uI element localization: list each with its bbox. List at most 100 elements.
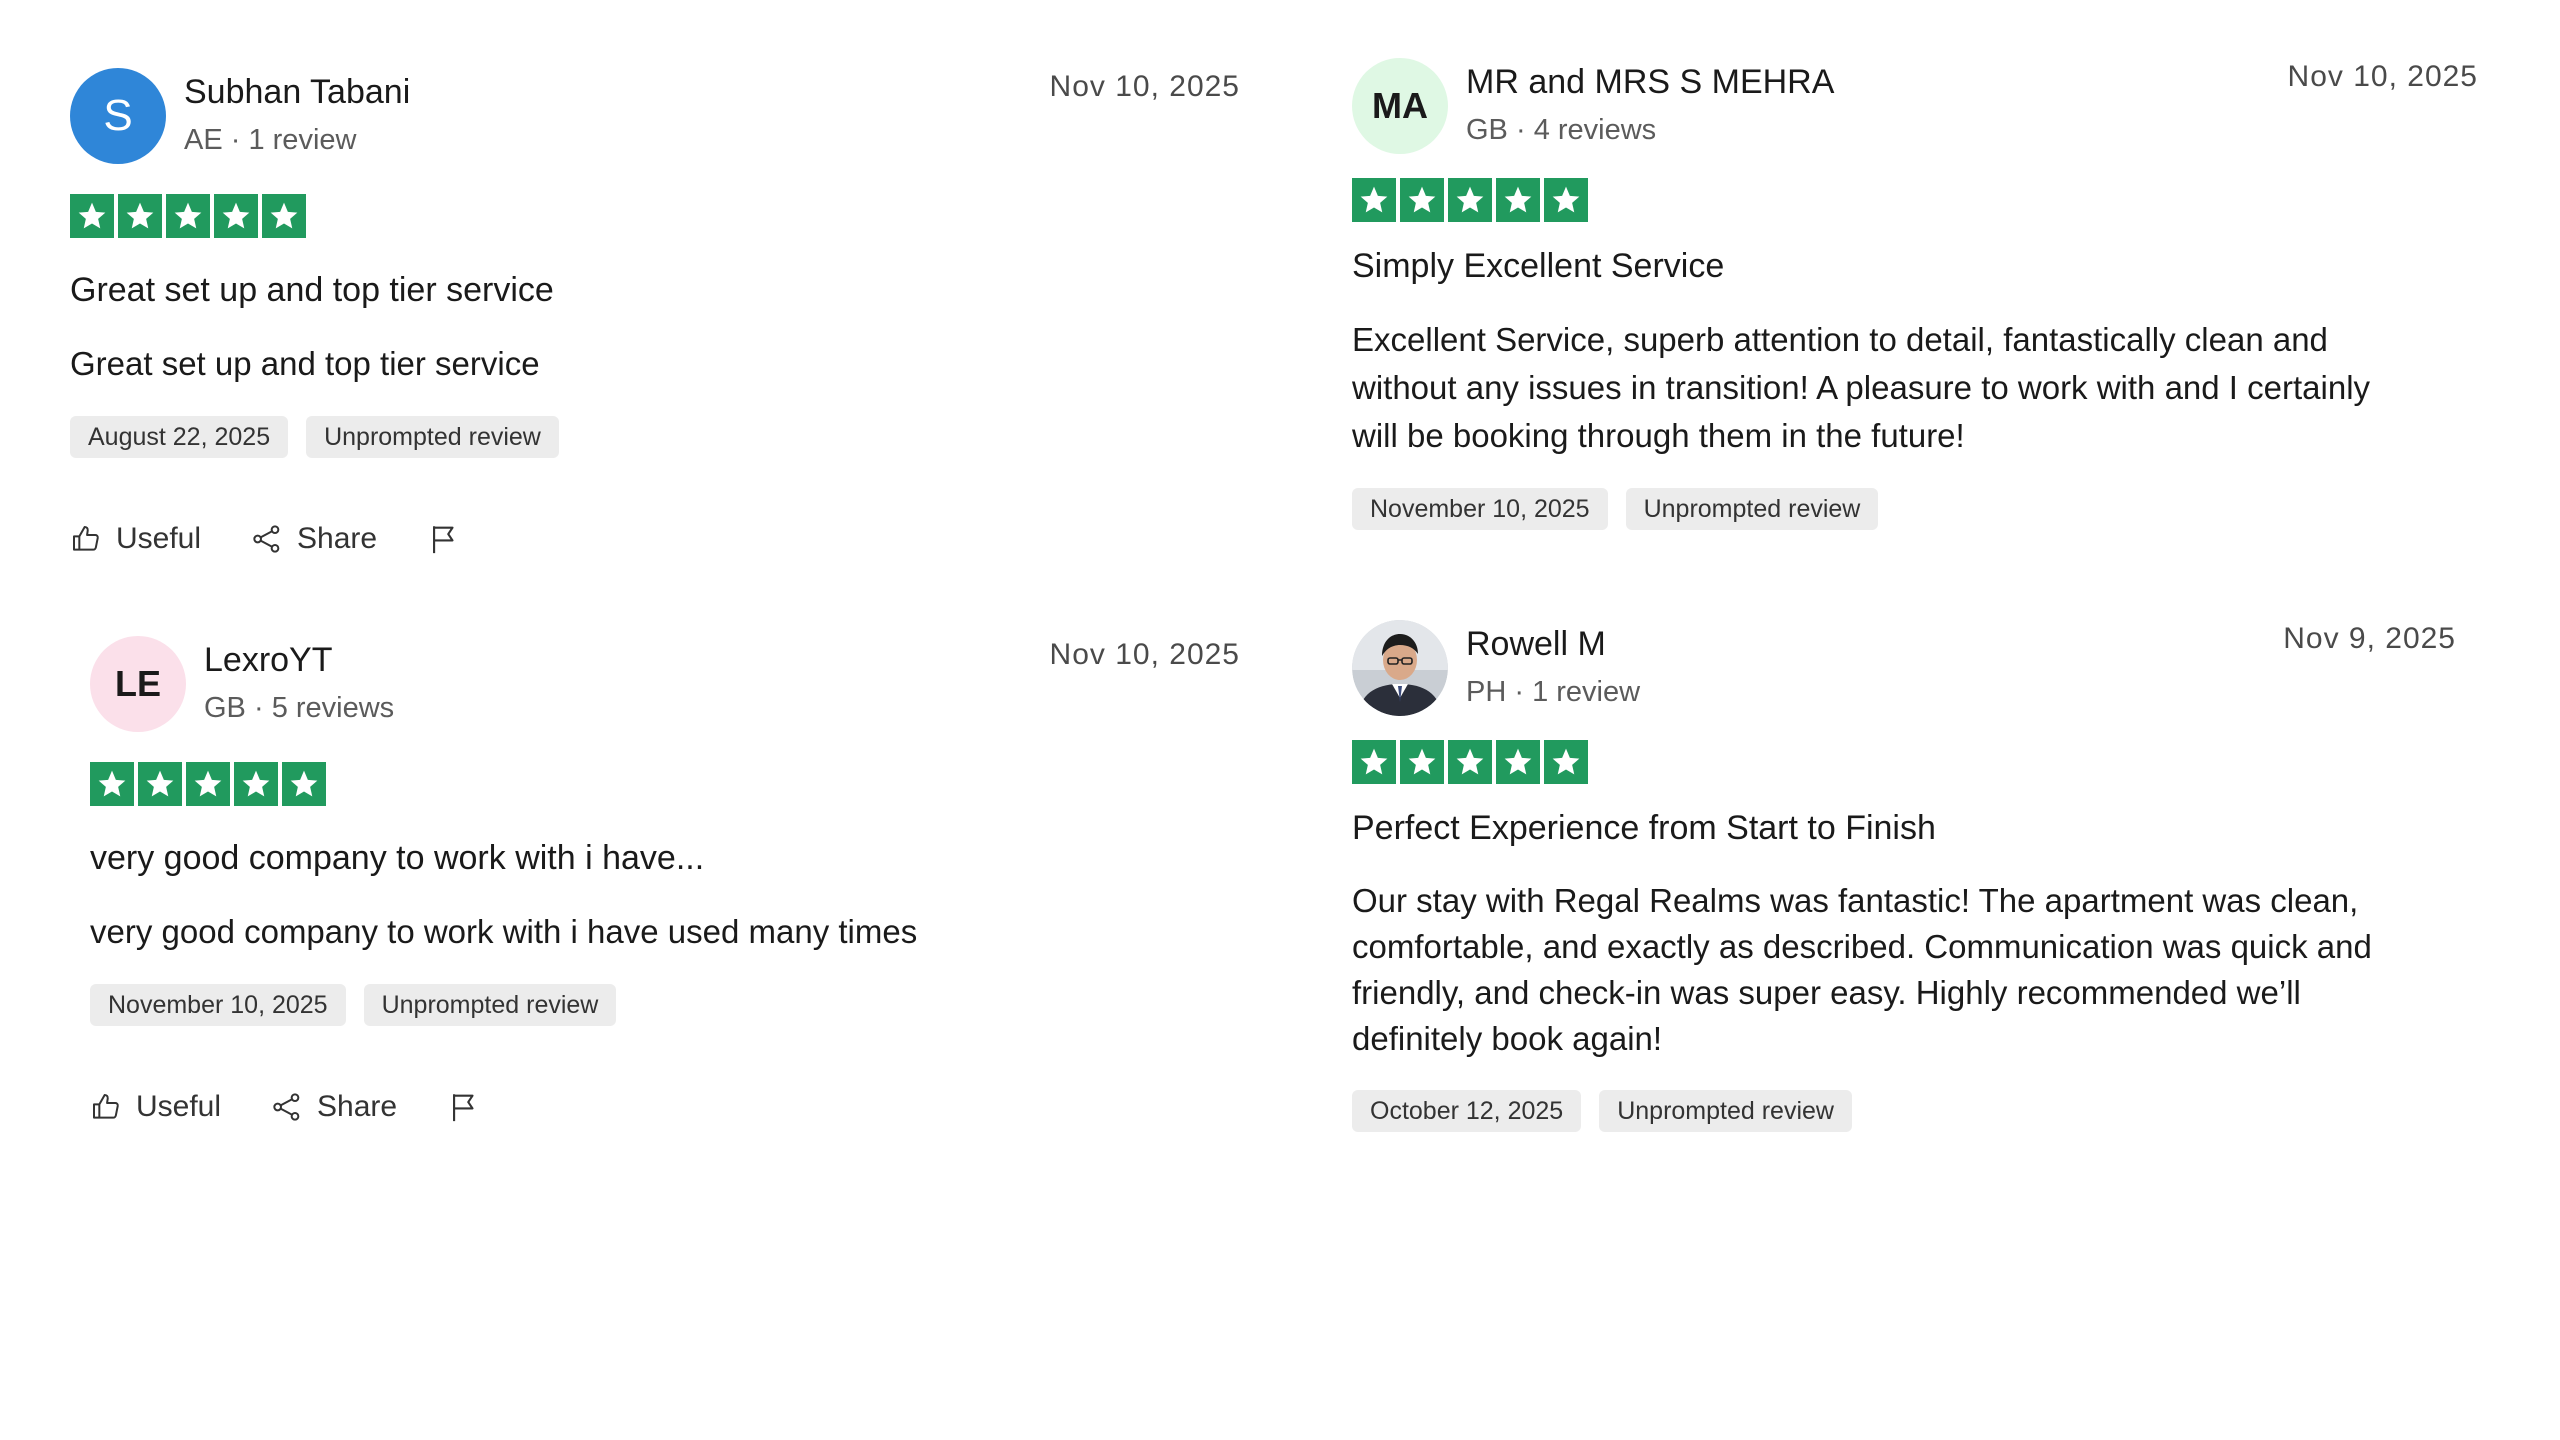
- experience-date-tag: November 10, 2025: [1352, 488, 1608, 530]
- review-text: Excellent Service, superb attention to d…: [1352, 316, 2478, 460]
- reviewer-meta: GB · 5 reviews: [204, 692, 395, 724]
- star-icon: [1352, 178, 1396, 222]
- avatar[interactable]: S: [70, 68, 166, 164]
- reviewer-country: AE: [184, 124, 223, 156]
- review-card: Rowell M PH · 1 review Nov 9, 2025 Perfe…: [1352, 620, 2456, 1132]
- star-rating: [70, 194, 1240, 238]
- experience-date-tag: August 22, 2025: [70, 416, 289, 458]
- report-button[interactable]: [447, 1090, 481, 1124]
- reviewer-review-count: 4 reviews: [1533, 114, 1657, 146]
- review-text: very good company to work with i have us…: [90, 913, 918, 950]
- review-date: Nov 10, 2025: [2287, 60, 2478, 93]
- review-title[interactable]: very good company to work with i have...: [90, 836, 1240, 880]
- review-header: S Subhan Tabani AE · 1 review Nov 10, 20…: [70, 68, 1240, 164]
- review-title[interactable]: Simply Excellent Service: [1352, 244, 2478, 288]
- useful-label: Useful: [116, 522, 202, 555]
- review-text-line: definitely book again!: [1352, 1020, 1663, 1057]
- reviewer-name[interactable]: MR and MRS S MEHRA: [1466, 60, 1834, 104]
- review-text-line: friendly, and check-in was super easy. H…: [1352, 974, 2301, 1011]
- reviewer-name[interactable]: LexroYT: [204, 638, 394, 682]
- review-date: Nov 10, 2025: [1049, 638, 1240, 671]
- review-date: Nov 9, 2025: [2283, 622, 2456, 655]
- review-text: Great set up and top tier service: [70, 345, 540, 382]
- reviewer-name[interactable]: Subhan Tabani: [184, 70, 410, 114]
- unprompted-review-tag[interactable]: Unprompted review: [363, 984, 617, 1026]
- review-card: MA MR and MRS S MEHRA GB · 4 reviews Nov…: [1352, 58, 2478, 530]
- share-button[interactable]: Share: [251, 522, 377, 556]
- thumbs-up-icon: [93, 1094, 119, 1119]
- review-actions: Useful Share: [90, 1090, 1240, 1124]
- star-icon: [1496, 740, 1540, 784]
- experience-date-tag: November 10, 2025: [90, 984, 346, 1026]
- star-icon: [214, 194, 258, 238]
- star-icon: [90, 762, 134, 806]
- review-card: S Subhan Tabani AE · 1 review Nov 10, 20…: [70, 68, 1240, 556]
- report-button[interactable]: [427, 522, 461, 556]
- reviewer-info: LexroYT GB · 5 reviews: [204, 638, 394, 730]
- review-text-line: comfortable, and exactly as described. C…: [1352, 928, 2372, 965]
- star-icon: [70, 194, 114, 238]
- star-icon: [234, 762, 278, 806]
- star-icon: [1352, 740, 1396, 784]
- share-icon: [273, 1093, 300, 1121]
- star-icon: [1496, 178, 1540, 222]
- reviewer-info: Rowell M PH · 1 review: [1466, 622, 1640, 714]
- reviewer-country: PH: [1466, 676, 1507, 708]
- star-rating: [1352, 178, 2478, 222]
- star-icon: [282, 762, 326, 806]
- reviewer-country: GB: [204, 692, 246, 724]
- share-button[interactable]: Share: [271, 1090, 397, 1124]
- star-rating: [90, 762, 1240, 806]
- star-icon: [1448, 178, 1492, 222]
- useful-label: Useful: [136, 1090, 222, 1123]
- star-icon: [118, 194, 162, 238]
- review-header: Rowell M PH · 1 review Nov 9, 2025: [1352, 620, 2456, 716]
- star-icon: [186, 762, 230, 806]
- review-text-line: Our stay with Regal Realms was fantastic…: [1352, 882, 2359, 919]
- experience-date-tag: October 12, 2025: [1352, 1090, 1582, 1132]
- star-icon: [262, 194, 306, 238]
- star-icon: [138, 762, 182, 806]
- reviewer-review-count: 1 review: [248, 124, 357, 156]
- reviewer-info: MR and MRS S MEHRA GB · 4 reviews: [1466, 60, 1834, 152]
- review-tags: October 12, 2025 Unprompted review: [1352, 1090, 2456, 1132]
- star-icon: [1400, 178, 1444, 222]
- share-icon: [253, 525, 280, 553]
- star-icon: [1448, 740, 1492, 784]
- flag-icon: [453, 1094, 474, 1122]
- star-icon: [1544, 740, 1588, 784]
- reviewer-review-count: 1 review: [1532, 676, 1641, 708]
- unprompted-review-tag[interactable]: Unprompted review: [1599, 1090, 1852, 1132]
- share-label: Share: [297, 522, 378, 555]
- review-text-line: Excellent Service, superb attention to d…: [1352, 321, 2328, 358]
- review-header: MA MR and MRS S MEHRA GB · 4 reviews Nov…: [1352, 58, 2478, 154]
- reviewer-meta: GB · 4 reviews: [1466, 114, 1657, 146]
- review-text-line: will be booking through them in the futu…: [1352, 417, 1965, 454]
- star-rating: [1352, 740, 2456, 784]
- avatar[interactable]: [1352, 620, 1448, 716]
- reviewer-review-count: 5 reviews: [271, 692, 395, 724]
- avatar[interactable]: LE: [90, 636, 186, 732]
- share-label: Share: [317, 1090, 398, 1123]
- review-date: Nov 10, 2025: [1049, 70, 1240, 103]
- unprompted-review-tag[interactable]: Unprompted review: [306, 416, 559, 458]
- reviewer-name[interactable]: Rowell M: [1466, 622, 1640, 666]
- useful-button[interactable]: Useful: [70, 522, 201, 556]
- reviewer-info: Subhan Tabani AE · 1 review: [184, 70, 410, 162]
- review-text-line: without any issues in transition! A plea…: [1352, 369, 2371, 406]
- review-title[interactable]: Perfect Experience from Start to Finish: [1352, 806, 2456, 850]
- review-title[interactable]: Great set up and top tier service: [70, 268, 1240, 312]
- review-tags: August 22, 2025 Unprompted review: [70, 416, 1240, 458]
- reviewer-country: GB: [1466, 114, 1508, 146]
- review-header: LE LexroYT GB · 5 reviews Nov 10, 2025: [90, 636, 1240, 732]
- star-icon: [1544, 178, 1588, 222]
- profile-photo-icon: [1352, 620, 1448, 716]
- star-icon: [1400, 740, 1444, 784]
- star-icon: [166, 194, 210, 238]
- thumbs-up-icon: [73, 526, 99, 551]
- useful-button[interactable]: Useful: [90, 1090, 221, 1124]
- review-tags: November 10, 2025 Unprompted review: [1352, 488, 2478, 530]
- avatar[interactable]: MA: [1352, 58, 1448, 154]
- unprompted-review-tag[interactable]: Unprompted review: [1625, 488, 1879, 530]
- review-tags: November 10, 2025 Unprompted review: [90, 984, 1240, 1026]
